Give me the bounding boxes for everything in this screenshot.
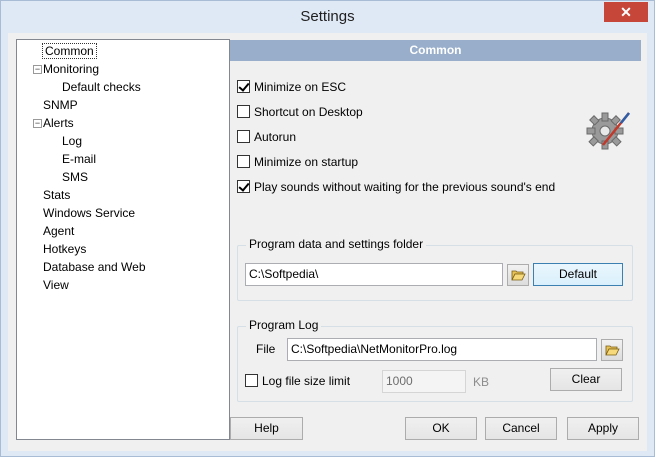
tree-item-label: Alerts	[43, 116, 74, 130]
data-folder-browse-button[interactable]	[507, 264, 529, 286]
tree-collapse-toggle[interactable]: −	[33, 119, 42, 128]
default-button[interactable]: Default	[533, 263, 623, 286]
option-label: Minimize on startup	[254, 155, 359, 169]
tree-item-label: Database and Web	[43, 260, 146, 274]
option-checkbox[interactable]: Shortcut on Desktop	[237, 104, 363, 120]
program-log-group-title: Program Log	[246, 318, 322, 332]
panel-header: Common	[230, 40, 641, 61]
tree-item-label: E-mail	[62, 152, 97, 166]
close-button[interactable]: ✕	[604, 2, 648, 22]
ok-button[interactable]: OK	[405, 417, 477, 440]
tree-item[interactable]: Windows Service	[43, 205, 135, 222]
log-file-input[interactable]: C:\Softpedia\NetMonitorPro.log	[287, 338, 597, 361]
folder-open-icon	[511, 270, 526, 281]
cancel-button[interactable]: Cancel	[485, 417, 557, 440]
tree-item[interactable]: SMS	[62, 169, 88, 186]
window-title: Settings	[300, 8, 355, 25]
checkbox-box[interactable]	[237, 130, 250, 143]
option-label: Minimize on ESC	[254, 80, 347, 94]
help-button[interactable]: Help	[230, 417, 303, 440]
dialog-body: Common − Monitoring Default checks SNMP − Aler…	[8, 33, 647, 451]
tree-item-label: Default checks	[62, 80, 141, 94]
checkbox-box[interactable]	[237, 105, 250, 118]
tree-item-label: Common	[42, 43, 97, 59]
option-label: Shortcut on Desktop	[254, 105, 363, 119]
tree-item-label: SMS	[62, 170, 89, 184]
tree-item[interactable]: View	[43, 277, 69, 294]
option-label: Play sounds without waiting for the prev…	[254, 180, 556, 194]
tree-item[interactable]: Alerts	[43, 115, 74, 132]
checkbox-box[interactable]	[237, 80, 250, 93]
option-checkbox[interactable]: Minimize on ESC	[237, 79, 346, 95]
option-checkbox[interactable]: Autorun	[237, 129, 296, 145]
tree-item[interactable]: Common	[42, 43, 97, 60]
gear-icon	[586, 112, 630, 150]
tree-item[interactable]: Monitoring	[43, 61, 99, 78]
tree-item[interactable]: Hotkeys	[43, 241, 86, 258]
log-size-limit-checkbox-box[interactable]	[245, 374, 258, 387]
tree-item[interactable]: Database and Web	[43, 259, 146, 276]
file-label: File	[256, 342, 276, 356]
checkbox-box[interactable]	[237, 155, 250, 168]
title-bar: Settings ✕	[1, 1, 654, 33]
settings-window: Settings ✕ Common − Monitoring Default chec…	[0, 0, 655, 457]
tree-item-label: Agent	[43, 224, 75, 238]
log-file-browse-button[interactable]	[601, 339, 623, 361]
tree-item[interactable]: SNMP	[43, 97, 78, 114]
tree-item[interactable]: E-mail	[62, 151, 96, 168]
folder-open-icon	[605, 345, 620, 356]
tree-item[interactable]: Agent	[43, 223, 74, 240]
tree-item-label: Hotkeys	[43, 242, 87, 256]
option-checkbox[interactable]: Minimize on startup	[237, 154, 358, 170]
tree-item[interactable]: Stats	[43, 187, 70, 204]
settings-tree[interactable]: Common − Monitoring Default checks SNMP − Aler…	[16, 39, 230, 440]
tree-item-label: Monitoring	[43, 62, 100, 76]
option-label: Autorun	[254, 130, 297, 144]
data-folder-group-title: Program data and settings folder	[246, 237, 427, 251]
tree-item[interactable]: Log	[62, 133, 82, 150]
tree-item-label: View	[43, 278, 69, 292]
checkbox-box[interactable]	[237, 180, 250, 193]
tree-collapse-toggle[interactable]: −	[33, 65, 42, 74]
tree-item-label: Windows Service	[43, 206, 136, 220]
tree-item[interactable]: Default checks	[62, 79, 141, 96]
log-size-unit: KB	[473, 375, 490, 389]
tree-item-label: SNMP	[43, 98, 78, 112]
log-size-limit-label: Log file size limit	[262, 374, 351, 388]
tree-item-label: Stats	[43, 188, 71, 202]
data-folder-input[interactable]: C:\Softpedia\	[245, 263, 503, 286]
tree-item-label: Log	[62, 134, 83, 148]
clear-log-button[interactable]: Clear	[550, 368, 622, 391]
log-size-limit-input[interactable]: 1000	[382, 370, 466, 393]
apply-button[interactable]: Apply	[567, 417, 639, 440]
option-checkbox[interactable]: Play sounds without waiting for the prev…	[237, 179, 555, 195]
log-size-limit-checkbox[interactable]: Log file size limit	[245, 374, 350, 388]
